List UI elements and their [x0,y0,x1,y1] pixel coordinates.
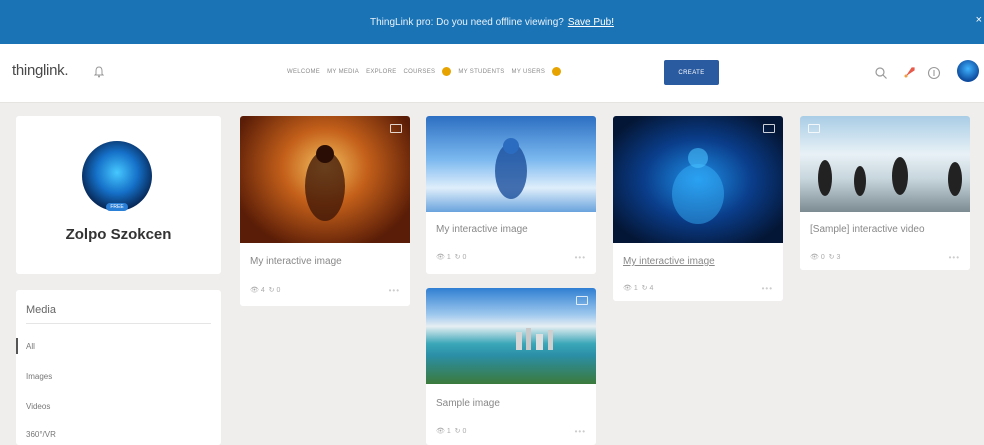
filter-all[interactable]: All [26,342,35,351]
profile-card: FREE Zolpo Szokcen [16,116,221,274]
active-indicator [16,338,18,354]
nav-my-students[interactable]: MY STUDENTS [458,69,504,75]
bell-icon[interactable] [94,66,104,78]
more-options-icon[interactable]: ••• [762,284,773,293]
media-card[interactable]: [Sample] interactive video 👁 0 ↻ 3 ••• [800,116,970,270]
card-title[interactable]: My interactive image [623,256,715,267]
nav-courses[interactable]: COURSES [404,69,436,75]
reaction-count: 0 [462,254,467,261]
top-header: thinglink. WELCOME MY MEDIA EXPLORE COUR… [0,44,984,103]
filter-images[interactable]: Images [26,372,52,381]
more-options-icon[interactable]: ••• [575,427,586,436]
main-nav: WELCOME MY MEDIA EXPLORE COURSES MY STUD… [287,67,562,76]
user-avatar[interactable] [957,60,979,82]
view-count: 1 [633,285,638,292]
banner-link[interactable]: Save Pub! [568,17,614,28]
promo-banner: ThingLink pro: Do you need offline viewi… [0,0,984,44]
card-stats: 👁 1 ↻ 0 [436,254,467,261]
figure-illustration [305,145,345,221]
logo[interactable]: thinglink. [12,62,69,79]
media-card[interactable]: My interactive image 👁 4 ↻ 0 ••• [240,116,410,306]
card-title[interactable]: [Sample] interactive video [810,224,925,235]
help-icon[interactable] [927,66,941,80]
media-thumbnail[interactable] [613,116,783,243]
card-stats: 👁 0 ↻ 3 [810,254,841,261]
media-thumbnail[interactable] [800,116,970,212]
media-card[interactable]: My interactive image 👁 1 ↻ 4 ••• [613,116,783,301]
reaction-count: 0 [276,287,281,294]
create-button[interactable]: CREATE [664,60,719,85]
card-stats: 👁 1 ↻ 4 [623,285,654,292]
interactive-tag-icon [576,296,588,305]
interactive-tag-icon [763,124,775,133]
nav-my-users[interactable]: MY USERS [512,69,546,75]
profile-avatar[interactable] [82,141,152,211]
nav-my-media[interactable]: MY MEDIA [327,69,359,75]
card-stats: 👁 1 ↻ 0 [436,428,467,435]
nav-explore[interactable]: EXPLORE [366,69,396,75]
media-filter-panel: Media All Images Videos 360°/VR [16,290,221,445]
figure-illustration [672,148,724,224]
card-title[interactable]: Sample image [436,398,500,409]
media-card[interactable]: Sample image 👁 1 ↻ 0 ••• [426,288,596,445]
close-icon[interactable]: × [976,14,982,26]
nav-welcome[interactable]: WELCOME [287,69,320,75]
media-card[interactable]: My interactive image 👁 1 ↻ 0 ••• [426,116,596,274]
banner-text: ThingLink pro: Do you need offline viewi… [370,16,564,28]
courses-badge-icon [442,67,452,76]
filter-360-vr[interactable]: 360°/VR [26,430,56,439]
more-options-icon[interactable]: ••• [575,253,586,262]
divider [26,323,211,324]
media-thumbnail[interactable] [426,288,596,384]
rocket-icon[interactable] [902,66,916,80]
reaction-count: 4 [649,285,654,292]
view-count: 1 [446,254,451,261]
more-options-icon[interactable]: ••• [949,253,960,262]
card-title[interactable]: My interactive image [436,224,528,235]
more-options-icon[interactable]: ••• [389,286,400,295]
interactive-tag-icon [390,124,402,133]
search-icon[interactable] [874,66,888,80]
users-badge-icon [552,67,562,76]
view-count: 1 [446,428,451,435]
penguins-illustration [818,157,962,196]
view-count: 4 [260,287,265,294]
city-illustration [516,328,553,350]
media-thumbnail[interactable] [240,116,410,243]
reaction-count: 0 [462,428,467,435]
card-title[interactable]: My interactive image [250,256,342,267]
card-stats: 👁 4 ↻ 0 [250,287,281,294]
reaction-count: 3 [836,254,841,261]
profile-name: Zolpo Szokcen [65,226,172,243]
filter-title: Media [26,304,56,316]
view-count: 0 [820,254,825,261]
filter-videos[interactable]: Videos [26,402,50,411]
media-thumbnail[interactable] [426,116,596,212]
figure-illustration [495,138,527,199]
plan-badge: FREE [106,203,128,211]
video-icon [808,124,820,133]
